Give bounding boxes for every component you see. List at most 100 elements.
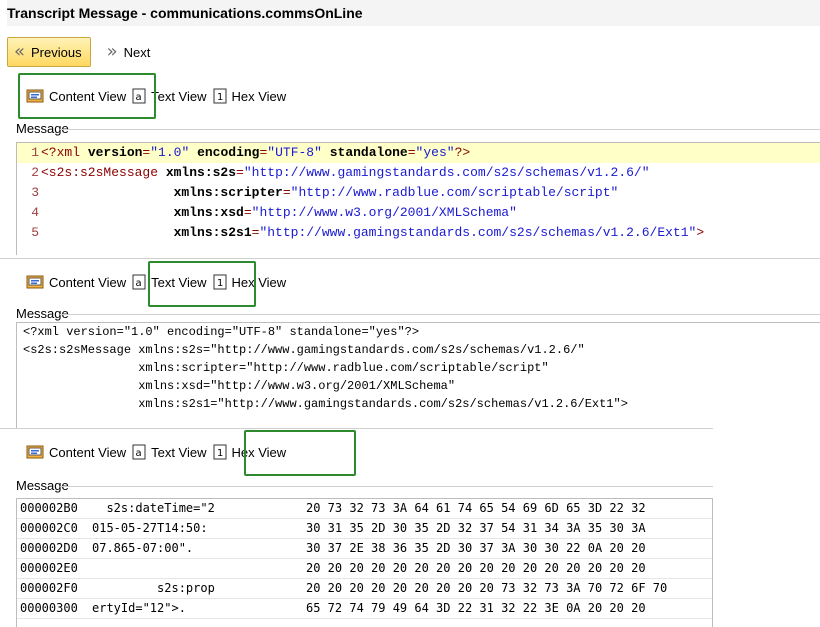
text-view-icon: a <box>132 274 146 290</box>
code-token: "1.0" <box>150 145 190 160</box>
content-view-icon <box>26 444 44 460</box>
line-number: 5 <box>31 225 39 240</box>
code-token: = <box>282 185 291 200</box>
code-token: "UTF-8" <box>267 145 322 160</box>
line-number: 1 <box>31 145 39 160</box>
hex-ascii: s2s:dateTime="2 <box>92 501 215 515</box>
text-content-area[interactable]: <?xml version="1.0" encoding="UTF-8" sta… <box>16 322 820 429</box>
hex-bytes: 30 31 35 2D 30 35 2D 32 37 54 31 34 3A 3… <box>306 521 646 535</box>
code-token: encoding <box>197 145 260 160</box>
code-token: "http://www.gamingstandards.com/s2s/sche… <box>259 225 697 240</box>
content-view-icon <box>26 274 44 290</box>
text-line: <?xml version="1.0" encoding="UTF-8" sta… <box>23 325 420 339</box>
previous-button[interactable]: « Previous <box>7 37 91 67</box>
hex-offset: 000002D0 <box>20 541 78 555</box>
message-divider <box>60 486 713 487</box>
hex-bytes: 20 73 32 73 3A 64 61 74 65 54 69 6D 65 3… <box>306 501 646 515</box>
previous-label: Previous <box>31 44 82 60</box>
hex-offset: 000002B0 <box>20 501 78 515</box>
line-number: 3 <box>31 185 39 200</box>
double-chevron-right-icon: » <box>106 41 118 62</box>
svg-text:1: 1 <box>217 448 223 459</box>
next-label: Next <box>123 44 151 60</box>
hex-ascii: s2s:prop <box>92 581 215 595</box>
navigation-bar: « Previous » Next <box>7 34 158 70</box>
next-button[interactable]: » Next <box>99 38 159 66</box>
code-token: <?xml <box>41 145 88 160</box>
code-token: "http://www.w3.org/2001/XMLSchema" <box>251 205 517 220</box>
code-token: = <box>236 165 244 180</box>
hex-view-label: Hex View <box>231 88 287 104</box>
svg-text:a: a <box>136 448 142 459</box>
hex-ascii: 015-05-27T14:50: <box>92 521 208 535</box>
hex-offset: 000002C0 <box>20 521 78 535</box>
text-view-label: Text View <box>151 444 207 460</box>
hex-view-panel: Content View a Text View 1 Hex View Mess… <box>0 428 713 627</box>
window-title: Transcript Message - communications.comm… <box>7 0 820 26</box>
code-token: = <box>243 205 252 220</box>
view-tabs: Content View a Text View 1 Hex View <box>0 429 713 475</box>
line-number: 4 <box>31 205 39 220</box>
message-divider <box>60 129 820 130</box>
hex-row: 000002B0 s2s:dateTime="2 20 73 32 73 3A 6… <box>17 499 712 519</box>
hex-row: 000002F0 s2s:prop 20 20 20 20 20 20 20 20… <box>17 579 712 599</box>
hex-row: 000002E0 20 20 20 20 20 20 20 20 20 20 20… <box>17 559 712 579</box>
hex-row: 000002C0 015-05-27T14:50: 30 31 35 2D 30 3… <box>17 519 712 539</box>
svg-text:1: 1 <box>217 92 223 103</box>
hex-bytes: 20 20 20 20 20 20 20 20 20 20 20 20 20 2… <box>306 561 646 575</box>
hex-ascii: ertyId="12">. <box>92 601 186 615</box>
code-line: 2 <s2s:s2sMessage xmlns:s2s="http://www.g… <box>17 163 820 183</box>
text-view-panel: Content View a Text View 1 Hex View Mess… <box>0 258 820 429</box>
content-view-highlight <box>18 73 156 119</box>
hex-offset: 000002E0 <box>20 561 78 575</box>
hex-bytes: 30 37 2E 38 36 35 2D 30 37 3A 30 30 22 0… <box>306 541 646 555</box>
code-token: standalone <box>329 145 408 160</box>
hex-bytes: 65 72 74 79 49 64 3D 22 31 32 22 3E 0A 2… <box>306 601 646 615</box>
code-token: > <box>696 225 705 240</box>
hex-dump-area[interactable]: 000002B0 s2s:dateTime="2 20 73 32 73 3A 6… <box>16 498 713 627</box>
code-token: xmlns:scripter <box>173 185 283 200</box>
text-view-icon: a <box>132 444 146 460</box>
hex-ascii: 07.865-07:00". <box>92 541 194 555</box>
text-line: <s2s:s2sMessage xmlns:s2s="http://www.ga… <box>23 343 585 357</box>
code-token: xmlns:s2s <box>165 165 237 180</box>
code-line: 1 <?xml version="1.0" encoding="UTF-8" st… <box>17 143 820 163</box>
hex-view-icon: 1 <box>213 88 227 104</box>
code-line: 5 xmlns:s2s1="http://www.gamingstandards… <box>17 223 820 243</box>
content-view-label: Content View <box>49 274 127 290</box>
hex-row: 00000300 ertyId="12">. 65 72 74 79 49 64 3… <box>17 599 712 619</box>
tab-text-view[interactable]: a Text View <box>132 444 207 460</box>
code-token: ?> <box>454 145 471 160</box>
tab-hex-view[interactable]: 1 Hex View <box>213 88 287 104</box>
code-line: 4 xmlns:xsd="http://www.w3.org/2001/XMLS… <box>17 203 820 223</box>
svg-text:a: a <box>136 278 142 289</box>
tab-content-view[interactable]: Content View <box>26 274 126 290</box>
double-chevron-left-icon: « <box>14 41 26 62</box>
line-number: 2 <box>31 165 39 180</box>
code-token: version <box>87 145 143 160</box>
text-view-label: Text View <box>151 88 207 104</box>
view-tabs: Content View a Text View 1 Hex View <box>0 259 820 305</box>
hex-view-icon: 1 <box>213 444 227 460</box>
message-divider <box>60 314 820 315</box>
hex-view-highlight <box>244 430 356 476</box>
code-token: "http://www.gamingstandards.com/s2s/sche… <box>243 165 650 180</box>
content-view-label: Content View <box>49 444 127 460</box>
hex-offset: 000002F0 <box>20 581 78 595</box>
content-view-panel: Content View a Text View 1 Hex View Mess… <box>0 73 820 255</box>
hex-row: 000002D0 07.865-07:00". 30 37 2E 38 36 35 … <box>17 539 712 559</box>
text-line: xmlns:xsd="http://www.w3.org/2001/XMLSch… <box>23 379 456 393</box>
hex-offset: 00000300 <box>20 601 78 615</box>
code-line: 3 xmlns:scripter="http://www.radblue.com… <box>17 183 820 203</box>
code-token: xmlns:xsd <box>173 205 244 220</box>
hex-bytes: 20 20 20 20 20 20 20 20 20 73 32 73 3A 7… <box>306 581 668 595</box>
xml-content-editor[interactable]: 1 <?xml version = "1.0" encoding = "UTF-8" st… <box>16 142 820 255</box>
code-token: "http://www.radblue.com/scriptable/scrip… <box>290 185 619 200</box>
code-token: = <box>407 145 416 160</box>
tab-content-view[interactable]: Content View <box>26 444 126 460</box>
